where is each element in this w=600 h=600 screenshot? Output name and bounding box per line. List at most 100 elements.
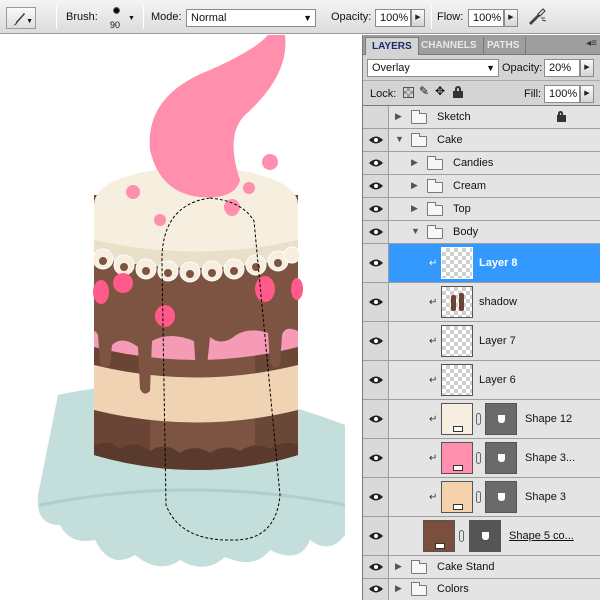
eye-icon xyxy=(369,585,383,593)
tab-layers[interactable]: LAYERS xyxy=(365,37,419,55)
link-icon[interactable] xyxy=(476,413,481,425)
opacity-slider-button[interactable]: ▶ xyxy=(411,9,425,27)
mode-label: Mode: xyxy=(151,11,182,23)
layer-row-candies[interactable]: ▶ Candies xyxy=(363,152,600,175)
lock-pixels-icon[interactable]: ✎ xyxy=(419,84,429,98)
visibility-toggle[interactable] xyxy=(363,556,389,578)
layer-name: Shape 3... xyxy=(525,452,576,464)
vector-mask-thumbnail[interactable] xyxy=(469,520,501,552)
fill-input[interactable]: 100% xyxy=(544,85,580,103)
layer-opacity-label: Opacity: xyxy=(502,62,543,74)
chevron-down-icon[interactable]: ▼ xyxy=(411,226,420,236)
visibility-toggle[interactable] xyxy=(363,439,389,477)
blend-mode-dropdown[interactable]: Overlay ▼ xyxy=(367,59,499,77)
vector-mask-thumbnail[interactable] xyxy=(485,442,517,474)
clipping-arrow-icon: ↵ xyxy=(429,414,438,425)
chevron-right-icon: ▶ xyxy=(584,90,590,97)
chevron-right-icon[interactable]: ▶ xyxy=(411,203,418,214)
lock-position-icon[interactable]: ✥ xyxy=(435,84,445,98)
panel-tabs: LAYERS CHANNELS PATHS ◂≡ xyxy=(363,35,600,55)
layer-opacity-input[interactable]: 20% xyxy=(544,59,580,77)
layer-name: Cream xyxy=(453,180,487,192)
fill-color-swatch[interactable] xyxy=(441,403,473,435)
chevron-right-icon[interactable]: ▶ xyxy=(411,157,418,168)
layer-row-layer-7[interactable]: ↵ Layer 7 xyxy=(363,322,600,361)
eye-icon xyxy=(369,337,383,345)
visibility-toggle[interactable] xyxy=(363,579,389,600)
visibility-toggle[interactable] xyxy=(363,361,389,399)
eye-icon xyxy=(369,182,383,190)
layer-row-top[interactable]: ▶ Top xyxy=(363,198,600,221)
layer-row-cream[interactable]: ▶ Cream xyxy=(363,175,600,198)
layer-row-shadow[interactable]: ↵ shadow xyxy=(363,283,600,322)
brush-label: Brush: xyxy=(66,11,98,23)
fill-color-swatch[interactable] xyxy=(441,442,473,474)
eye-icon xyxy=(369,454,383,462)
visibility-toggle[interactable] xyxy=(363,106,389,128)
layer-name: Colors xyxy=(437,583,469,595)
visibility-toggle[interactable] xyxy=(363,517,389,555)
link-icon[interactable] xyxy=(476,491,481,503)
opacity-input[interactable]: 100% xyxy=(375,9,411,27)
layer-row-sketch[interactable]: ▶ Sketch xyxy=(363,106,600,129)
lock-all-icon[interactable] xyxy=(453,86,463,98)
link-icon[interactable] xyxy=(459,530,464,542)
chevron-down-icon: ▼ xyxy=(303,13,312,23)
flow-value: 100% xyxy=(473,12,502,24)
folder-icon xyxy=(411,110,427,124)
chevron-down-icon[interactable]: ▼ xyxy=(395,134,404,144)
layer-row-layer-8[interactable]: ↵ Layer 8 xyxy=(363,244,600,283)
layer-row-body[interactable]: ▼ Body xyxy=(363,221,600,244)
mode-dropdown[interactable]: Normal ▼ xyxy=(186,9,316,27)
tab-paths[interactable]: PATHS xyxy=(481,37,527,55)
layer-row-shape-5-copy[interactable]: Shape 5 co... xyxy=(363,517,600,556)
fill-color-swatch[interactable] xyxy=(423,520,455,552)
layer-row-cake-stand[interactable]: ▶ Cake Stand xyxy=(363,556,600,579)
chevron-right-icon[interactable]: ▶ xyxy=(411,180,418,191)
folder-icon xyxy=(411,582,427,596)
visibility-toggle[interactable] xyxy=(363,198,389,220)
blend-row: Overlay ▼ Opacity: 20% ▶ xyxy=(363,56,600,81)
document-canvas[interactable] xyxy=(0,35,362,600)
fill-color-swatch[interactable] xyxy=(441,481,473,513)
layer-name: Top xyxy=(453,203,471,215)
visibility-toggle[interactable] xyxy=(363,322,389,360)
visibility-toggle[interactable] xyxy=(363,129,389,151)
visibility-toggle[interactable] xyxy=(363,152,389,174)
layer-row-layer-6[interactable]: ↵ Layer 6 xyxy=(363,361,600,400)
blend-mode-value: Overlay xyxy=(372,62,410,74)
link-icon[interactable] xyxy=(476,452,481,464)
chevron-right-icon[interactable]: ▶ xyxy=(395,111,402,122)
flow-slider-button[interactable]: ▶ xyxy=(504,9,518,27)
flow-input[interactable]: 100% xyxy=(468,9,504,27)
visibility-toggle[interactable] xyxy=(363,175,389,197)
layer-row-colors[interactable]: ▶ Colors xyxy=(363,579,600,600)
layer-row-shape-12[interactable]: ↵ Shape 12 xyxy=(363,400,600,439)
layer-row-shape-3-copy[interactable]: ↵ Shape 3... xyxy=(363,439,600,478)
visibility-toggle[interactable] xyxy=(363,283,389,321)
visibility-toggle[interactable] xyxy=(363,478,389,516)
visibility-toggle[interactable] xyxy=(363,244,389,282)
brush-picker[interactable]: 90 ▼ xyxy=(104,4,135,32)
lock-transparent-icon[interactable] xyxy=(403,87,414,98)
vector-mask-thumbnail[interactable] xyxy=(485,403,517,435)
layers-panel: LAYERS CHANNELS PATHS ◂≡ Overlay ▼ Opaci… xyxy=(362,35,600,600)
panel-menu-icon[interactable]: ◂≡ xyxy=(586,38,597,49)
brush-tip-icon xyxy=(113,7,120,14)
airbrush-toggle[interactable] xyxy=(526,6,550,28)
layer-row-shape-3[interactable]: ↵ Shape 3 xyxy=(363,478,600,517)
chevron-down-icon: ▼ xyxy=(128,15,135,22)
tab-channels[interactable]: CHANNELS xyxy=(415,37,484,55)
fill-slider-button[interactable]: ▶ xyxy=(580,85,594,103)
tool-preset-picker[interactable]: ▼ xyxy=(6,7,36,29)
layer-opacity-slider-button[interactable]: ▶ xyxy=(580,59,594,77)
vector-mask-thumbnail[interactable] xyxy=(485,481,517,513)
eye-icon xyxy=(369,298,383,306)
brush-size-value: 90 xyxy=(110,20,121,30)
visibility-toggle[interactable] xyxy=(363,221,389,243)
visibility-toggle[interactable] xyxy=(363,400,389,438)
chevron-right-icon[interactable]: ▶ xyxy=(395,583,402,594)
chevron-right-icon[interactable]: ▶ xyxy=(395,561,402,572)
layer-row-cake[interactable]: ▼ Cake xyxy=(363,129,600,152)
divider xyxy=(143,5,144,29)
